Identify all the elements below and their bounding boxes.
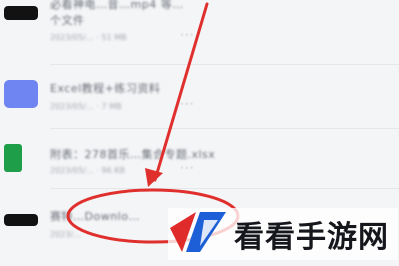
watermark-text: 看看手游网 bbox=[234, 220, 389, 255]
